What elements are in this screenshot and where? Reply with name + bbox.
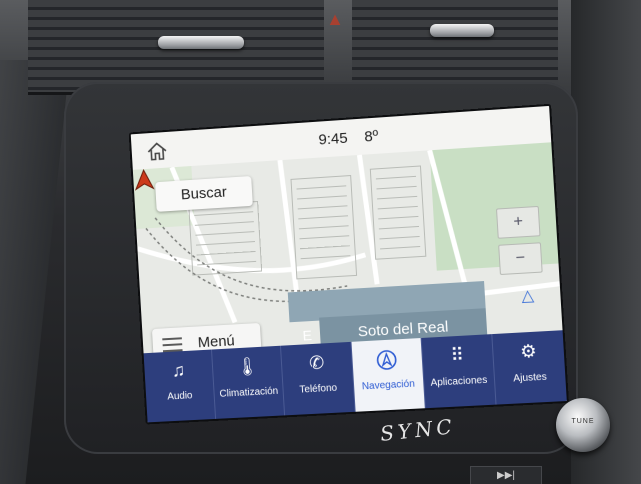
air-vent-left [28,0,324,95]
nav-apps[interactable]: ⠿ Aplicaciones [421,334,497,409]
dashboard-trim-left [0,60,70,484]
nav-settings-label: Ajustes [513,371,548,385]
nav-phone-label: Teléfono [299,382,338,396]
nav-navigation-label: Navegación [361,378,416,393]
nav-audio[interactable]: ♫ Audio [143,349,217,423]
tune-knob[interactable]: TUNE [556,398,610,452]
settings-gears-icon: ⚙ [519,340,538,362]
search-button[interactable]: Buscar [155,176,253,212]
air-vent-right [352,0,558,95]
nav-climate-label: Climatización [219,385,279,400]
nav-phone[interactable]: ✆ Teléfono [281,341,356,416]
zoom-in-icon[interactable]: + [495,205,541,239]
zoom-controls: + − [495,205,543,281]
music-note-icon: ♫ [171,359,186,381]
hazard-icon[interactable]: ▲ [322,8,348,30]
thermometer-icon: 🌡 [235,355,260,378]
nav-apps-label: Aplicaciones [430,374,488,389]
apps-grid-icon: ⠿ [450,344,465,366]
vent-handle-right[interactable] [430,24,494,37]
zoom-out-icon[interactable]: − [498,242,543,276]
nav-navigation[interactable]: Navegación [351,337,426,412]
outside-temperature: 8º [363,127,379,146]
nav-climate[interactable]: 🌡 Climatización [212,345,286,419]
dashboard-photo: ▲ 9:45 8º Buscar + − △ E Soto del Real M… [0,0,641,484]
seek-forward-button[interactable]: ▶▶| [470,466,542,484]
clock: 9:45 [318,129,349,149]
home-icon[interactable] [145,140,170,163]
compass-icon[interactable]: △ [511,285,545,311]
nav-settings[interactable]: ⚙ Ajustes [492,330,567,404]
navigation-icon [352,347,423,375]
nav-audio-label: Audio [167,390,193,403]
sync-touchscreen: 9:45 8º Buscar + − △ E Soto del Real Men… [128,103,569,425]
vehicle-position-icon [133,168,156,191]
vent-handle-left[interactable] [158,36,244,49]
phone-icon: ✆ [308,352,325,374]
tune-knob-label: TUNE [571,418,595,425]
hamburger-menu-icon [162,337,183,353]
